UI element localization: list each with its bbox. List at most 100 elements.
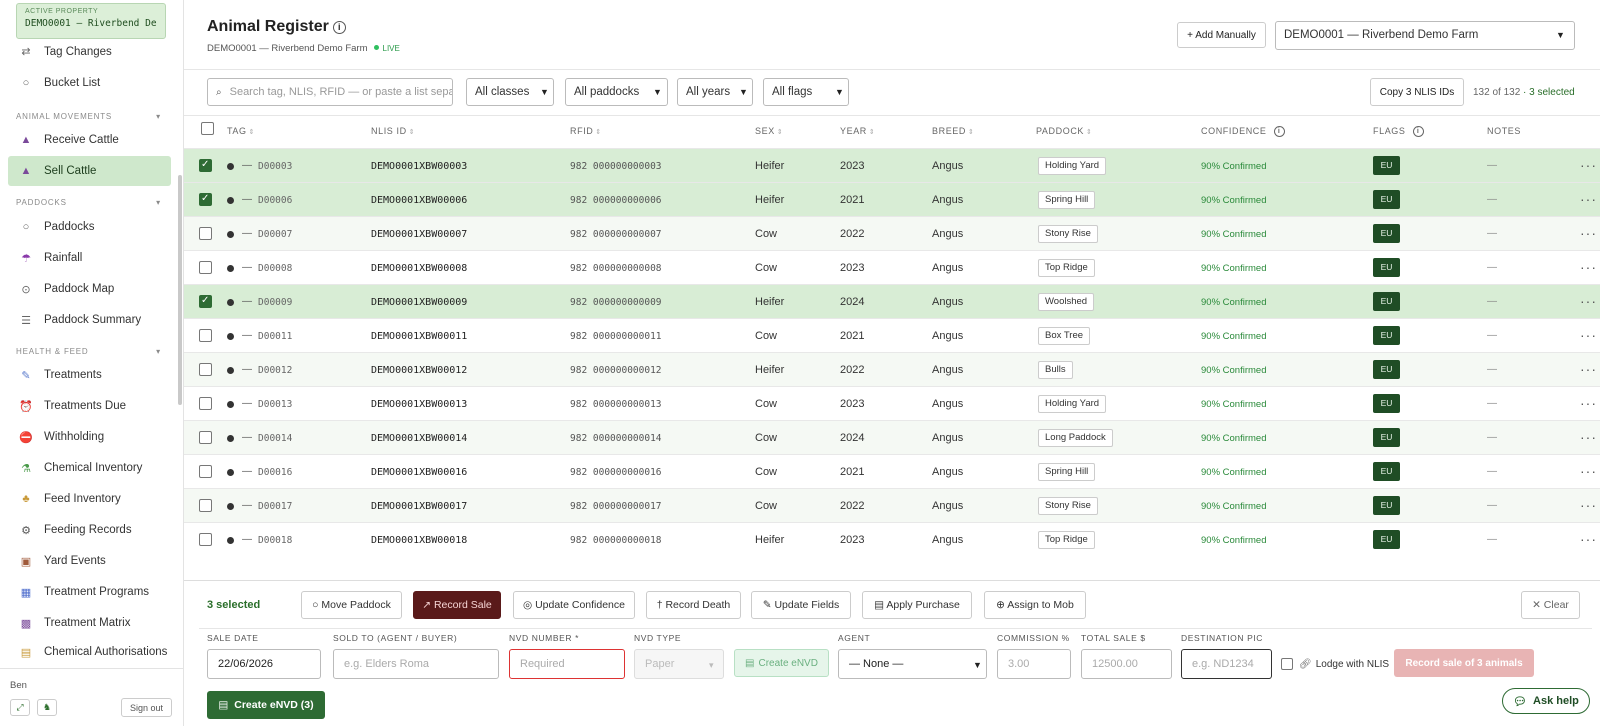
row-checkbox[interactable] [199,193,212,206]
sidebar-item-chemical-authorisations[interactable]: ▤ Chemical Authorisations [8,639,171,665]
apply-purchase-button[interactable]: ▤ Apply Purchase [862,591,972,619]
table-row[interactable]: — D00006 DEMO0001XBW00006 982 000000000006 H… [184,182,1600,216]
row-checkbox[interactable] [199,363,212,376]
row-checkbox[interactable] [199,499,212,512]
table-row[interactable]: — D00013 DEMO0001XBW00013 982 000000000013 C… [184,386,1600,420]
paddock-pill[interactable]: Bulls [1038,361,1073,379]
more-actions-icon[interactable]: ··· [1580,429,1597,445]
sidebar-item-treatments-due[interactable]: ⏰ Treatments Due [8,391,171,421]
total-sale-input[interactable]: 12500.00 [1081,649,1172,679]
commission-input[interactable]: 3.00 [997,649,1071,679]
sidebar-item-chemical-inventory[interactable]: ⚗ Chemical Inventory [8,453,171,483]
table-row[interactable]: — D00008 DEMO0001XBW00008 982 000000000008 C… [184,250,1600,284]
sidebar-item-treatment-matrix[interactable]: ▩ Treatment Matrix [8,608,171,638]
more-actions-icon[interactable]: ··· [1580,531,1597,547]
property-select[interactable]: DEMO0001 — Riverbend Demo Farm [1275,21,1575,50]
col-flags[interactable]: FLAGS i [1373,126,1424,137]
row-checkbox[interactable] [199,159,212,172]
assign-to-mob-button[interactable]: ⊕ Assign to Mob [984,591,1086,619]
tag-cell[interactable]: D00012 [258,365,292,376]
paddocks-select[interactable]: All paddocks [565,78,668,106]
search-input[interactable]: ⌕ Search tag, NLIS, RFID — or paste a lis… [207,78,453,106]
paddock-pill[interactable]: Spring Hill [1038,463,1096,481]
col-tag[interactable]: TAG ⇕ [227,126,255,136]
tag-cell[interactable]: D00007 [258,229,292,240]
select-all-checkbox[interactable] [201,122,214,135]
nvd-number-input[interactable]: Required [509,649,625,679]
paddock-pill[interactable]: Holding Yard [1038,395,1107,413]
create-envd-inline-button[interactable]: ▤ Create eNVD [734,649,829,677]
tag-cell[interactable]: D00008 [258,263,292,274]
tag-cell[interactable]: D00016 [258,467,292,478]
paddock-pill[interactable]: Spring Hill [1038,191,1096,209]
sidebar-item-feeding-records[interactable]: ⚙ Feeding Records [8,515,171,545]
table-row[interactable]: — D00009 DEMO0001XBW00009 982 000000000009 H… [184,284,1600,318]
sidebar-scrollbar[interactable] [178,175,182,405]
record-sale-submit-button[interactable]: Record sale of 3 animals [1394,649,1534,677]
row-checkbox[interactable] [199,397,212,410]
col-nlis[interactable]: NLIS ID ⇕ [371,126,415,136]
more-actions-icon[interactable]: ··· [1580,463,1597,479]
more-actions-icon[interactable]: ··· [1580,361,1597,377]
section-paddocks[interactable]: PADDOCKS ▾ [16,198,161,207]
update-confidence-button[interactable]: ◎ Update Confidence [513,591,635,619]
table-row[interactable]: — D00016 DEMO0001XBW00016 982 000000000016 C… [184,454,1600,488]
col-confidence[interactable]: CONFIDENCE i [1201,126,1285,137]
paddock-pill[interactable]: Box Tree [1038,327,1091,345]
section-health-feed[interactable]: HEALTH & FEED ▾ [16,347,161,356]
sidebar-item-paddock-summary[interactable]: ☰ Paddock Summary [8,305,171,335]
sidebar-item-feed-inventory[interactable]: ♣ Feed Inventory [8,484,171,514]
table-row[interactable]: — D00007 DEMO0001XBW00007 982 000000000007 C… [184,216,1600,250]
sidebar-item-sell-cattle[interactable]: ▲ Sell Cattle [8,156,171,186]
paddock-pill[interactable]: Woolshed [1038,293,1095,311]
col-year[interactable]: YEAR ⇕ [840,126,875,136]
active-property-card[interactable]: ACTIVE PROPERTY DEMO0001 — Riverbend Dem… [16,3,166,39]
classes-select[interactable]: All classes [466,78,554,106]
tag-cell[interactable]: D00018 [258,535,292,546]
tag-cell[interactable]: D00017 [258,501,292,512]
paddock-pill[interactable]: Stony Rise [1038,497,1098,515]
row-checkbox[interactable] [199,533,212,546]
row-checkbox[interactable] [199,261,212,274]
tag-cell[interactable]: D00003 [258,161,292,172]
col-breed[interactable]: BREED ⇕ [932,126,974,136]
nvd-type-select[interactable]: Paper [634,649,724,679]
tag-cell[interactable]: D00013 [258,399,292,410]
sidebar-item-paddock-map[interactable]: ⊙ Paddock Map [8,274,171,304]
sidebar-item-withholding[interactable]: ⛔ Withholding [8,422,171,452]
sidebar-item-treatments[interactable]: ✎ Treatments [8,360,171,390]
ask-help-button[interactable]: 💬︎ Ask help [1502,688,1590,714]
copy-nlis-button[interactable]: Copy 3 NLIS IDs [1370,78,1464,106]
destination-pic-input[interactable]: e.g. ND1234 [1181,649,1272,679]
table-row[interactable]: — D00011 DEMO0001XBW00011 982 000000000011 C… [184,318,1600,352]
more-actions-icon[interactable]: ··· [1580,191,1597,207]
paddock-pill[interactable]: Top Ridge [1038,259,1095,277]
expand-icon[interactable]: ⤢ [10,699,30,716]
clear-button[interactable]: ✕ Clear [1521,591,1580,619]
info-icon[interactable]: i [332,21,346,34]
table-row[interactable]: — D00018 DEMO0001XBW00018 982 000000000018 H… [184,522,1600,556]
tag-cell[interactable]: D00009 [258,297,292,308]
more-actions-icon[interactable]: ··· [1580,293,1597,309]
table-row[interactable]: — D00017 DEMO0001XBW00017 982 000000000017 C… [184,488,1600,522]
row-checkbox[interactable] [199,227,212,240]
paddock-pill[interactable]: Top Ridge [1038,531,1095,549]
col-rfid[interactable]: RFID ⇕ [570,126,602,136]
sidebar-item-receive-cattle[interactable]: ▲ Receive Cattle [8,125,171,155]
agent-select[interactable]: — None — [838,649,987,679]
table-row[interactable]: — D00014 DEMO0001XBW00014 982 000000000014 C… [184,420,1600,454]
update-fields-button[interactable]: ✎ Update Fields [751,591,851,619]
more-actions-icon[interactable]: ··· [1580,259,1597,275]
sidebar-item-yard-events[interactable]: ▣ Yard Events [8,546,171,576]
sidebar-item-treatment-programs[interactable]: ▦ Treatment Programs [8,577,171,607]
flags-select[interactable]: All flags [763,78,849,106]
col-paddock[interactable]: PADDOCK ⇕ [1036,126,1093,136]
table-row[interactable]: — D00012 DEMO0001XBW00012 982 000000000012 H… [184,352,1600,386]
sidebar-item-tag-changes[interactable]: ⇄ Tag Changes [8,40,171,58]
tag-cell[interactable]: D00006 [258,195,292,206]
record-sale-button[interactable]: ↗ Record Sale [413,591,501,619]
sale-date-input[interactable]: 22/06/2026 [207,649,321,679]
cattle-shortcut-icon[interactable]: ♞ [37,699,57,716]
sidebar-item-paddocks[interactable]: ○ Paddocks [8,212,171,242]
col-sex[interactable]: SEX ⇕ [755,126,783,136]
